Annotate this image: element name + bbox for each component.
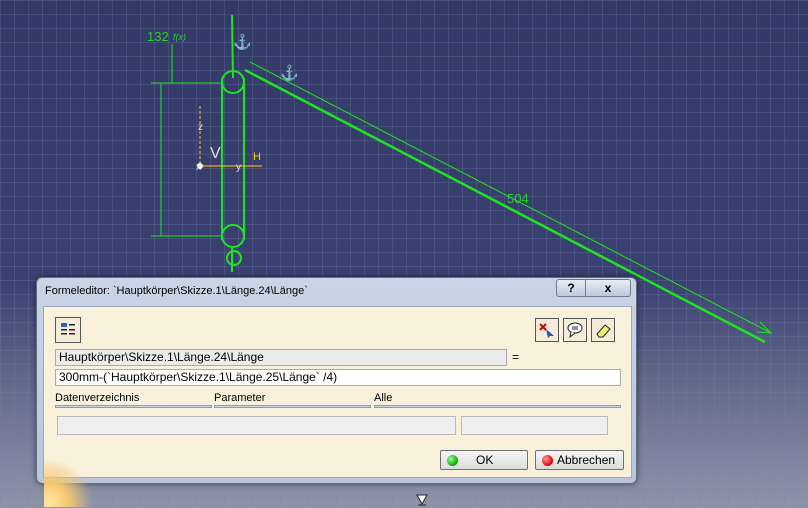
column-header-data-dictionary[interactable]: Datenverzeichnis — [55, 392, 139, 404]
column-divider — [214, 405, 371, 408]
member-list[interactable] — [57, 416, 456, 435]
ok-label: OK — [476, 453, 494, 467]
axis-y-label: y — [236, 162, 241, 173]
cancel-label: Abbrechen — [557, 453, 616, 467]
compass-icon[interactable] — [415, 493, 429, 507]
column-divider — [55, 405, 212, 408]
dialog-titlebar[interactable]: Formeleditor: `Hauptkörper\Skizze.1\Läng… — [37, 278, 636, 304]
axis-h-label: H — [253, 151, 261, 163]
dialog-title: Formeleditor: `Hauptkörper\Skizze.1\Läng… — [45, 285, 308, 297]
dimension-504[interactable]: 504 — [507, 191, 529, 206]
value-list[interactable] — [461, 416, 608, 435]
cancel-button[interactable]: Abbrechen — [535, 450, 624, 470]
formula-input[interactable]: 300mm-(`Hauptkörper\Skizze.1\Länge.25\Lä… — [55, 369, 621, 386]
formula-marker: f(x) — [173, 32, 186, 42]
column-divider — [374, 405, 621, 408]
dimension-arrow — [756, 321, 773, 334]
earth-logo — [44, 457, 92, 507]
dimension-132[interactable]: 132 — [147, 29, 169, 44]
help-button[interactable]: ? — [556, 279, 586, 297]
close-button[interactable]: x — [585, 279, 631, 297]
anchor-icon: ⚓ — [280, 64, 299, 82]
cancel-icon — [542, 454, 553, 466]
axis-z-label: z — [198, 122, 203, 133]
axis-x-label: x — [196, 162, 201, 173]
column-header-parameter[interactable]: Parameter — [214, 392, 265, 404]
axis-v-label: V — [210, 145, 221, 162]
ok-button[interactable]: OK — [440, 450, 528, 470]
function-wizard-icon[interactable] — [55, 317, 81, 343]
equals-sign: = — [512, 350, 520, 364]
select-member-icon[interactable] — [535, 318, 559, 342]
parameter-name-field: Hauptkörper\Skizze.1\Länge.24\Länge — [55, 349, 507, 366]
eraser-icon[interactable] — [591, 318, 615, 342]
formula-editor-dialog: Formeleditor: `Hauptkörper\Skizze.1\Läng… — [36, 277, 637, 507]
dialog-panel: Hauptkörper\Skizze.1\Länge.24\Länge = 30… — [43, 306, 632, 507]
anchor-icon: ⚓ — [233, 33, 252, 51]
bottom-constraint-circle — [226, 250, 242, 266]
column-header-all[interactable]: Alle — [374, 392, 392, 404]
comment-icon[interactable] — [563, 318, 587, 342]
bottom-circle[interactable] — [221, 224, 245, 248]
ok-icon — [447, 454, 458, 466]
